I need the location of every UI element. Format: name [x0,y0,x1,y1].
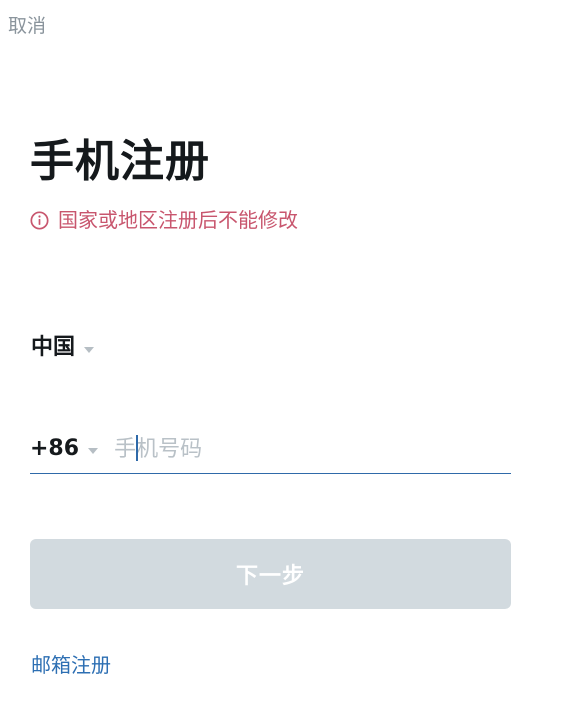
phone-number-input[interactable] [112,431,511,467]
cancel-button[interactable]: 取消 [8,13,46,39]
phone-field: +86 [30,425,511,474]
country-selector[interactable]: 中国 [31,333,95,363]
region-notice: 国家或地区注册后不能修改 [30,207,298,233]
next-button[interactable]: 下一步 [30,539,511,609]
country-name: 中国 [31,335,76,360]
page-title: 手机注册 [30,136,210,187]
text-cursor [136,435,138,461]
country-code: +86 [30,436,80,461]
country-code-selector[interactable]: +86 [30,434,99,464]
region-notice-text: 国家或地区注册后不能修改 [58,208,298,232]
info-circle-icon [30,210,49,230]
caret-down-icon [88,447,99,454]
email-register-link[interactable]: 邮箱注册 [31,652,111,678]
caret-down-icon [84,346,95,353]
